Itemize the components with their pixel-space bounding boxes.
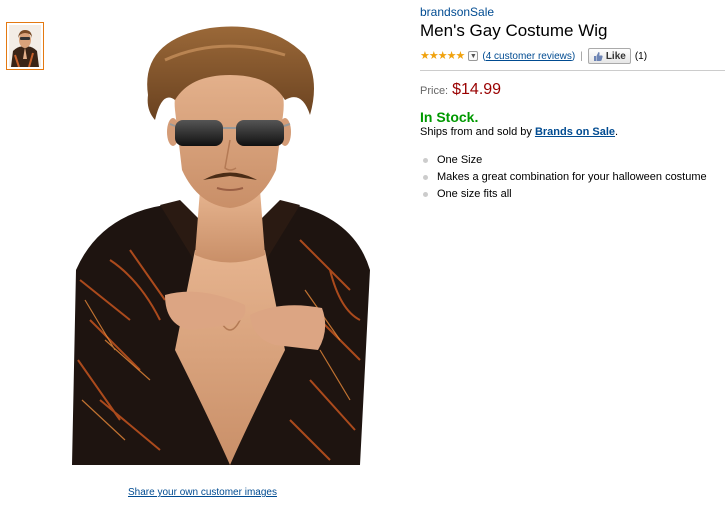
like-button[interactable]: Like — [587, 48, 631, 64]
product-details: brandsonSale Men's Gay Costume Wig ★ ★ ★ ★ ★… — [420, 5, 725, 205]
list-item: One size fits all — [420, 188, 725, 200]
ships-suffix: . — [615, 126, 619, 138]
feature-text: One size fits all — [437, 188, 512, 200]
seller-link[interactable]: Brands on Sale — [535, 126, 615, 138]
share-customer-images-link[interactable]: Share your own customer images — [128, 487, 277, 498]
feature-text: One Size — [437, 154, 483, 166]
bullet-icon — [423, 191, 428, 197]
price-value: $14.99 — [452, 81, 502, 98]
stock-status: In Stock. — [420, 109, 479, 125]
separator: | — [580, 50, 583, 62]
divider — [420, 70, 725, 71]
price-row: Price: $14.99 — [420, 81, 725, 99]
bullet-icon — [423, 157, 428, 163]
feature-list: One Size Makes a great combination for y… — [420, 154, 725, 200]
feature-text: Makes a great combination for your hallo… — [437, 171, 707, 183]
bullet-icon — [423, 174, 428, 180]
reviews-link-text[interactable]: 4 customer reviews — [486, 51, 572, 62]
product-thumbnail[interactable] — [6, 22, 44, 70]
star-icon: ★ — [437, 49, 448, 62]
shipping-info: Ships from and sold by Brands on Sale. — [420, 126, 725, 138]
price-label: Price: — [420, 85, 449, 97]
ships-prefix: Ships from and sold by — [420, 126, 535, 138]
star-icon: ★ — [446, 49, 457, 62]
list-item: Makes a great combination for your hallo… — [420, 171, 725, 183]
thumbnail-image — [9, 25, 41, 67]
star-rating[interactable]: ★ ★ ★ ★ ★ — [420, 49, 466, 62]
thumbs-up-icon — [593, 51, 603, 61]
star-icon: ★ — [455, 49, 466, 62]
product-title: Men's Gay Costume Wig — [420, 21, 608, 40]
like-count: (1) — [634, 50, 648, 62]
product-main-image[interactable] — [70, 20, 388, 468]
list-item: One Size — [420, 154, 725, 166]
star-icon: ★ — [420, 49, 430, 62]
chevron-down-icon[interactable]: ▼ — [468, 51, 479, 61]
brand-link[interactable]: brandsonSale — [420, 5, 725, 19]
star-icon: ★ — [428, 49, 439, 62]
reviews-close-paren: ) — [571, 50, 576, 62]
like-label: Like — [605, 50, 626, 62]
rating-row: ★ ★ ★ ★ ★ ▼ (4 customer reviews) | Like (1) — [420, 48, 725, 64]
customer-reviews-link[interactable]: (4 customer reviews) — [482, 51, 575, 62]
